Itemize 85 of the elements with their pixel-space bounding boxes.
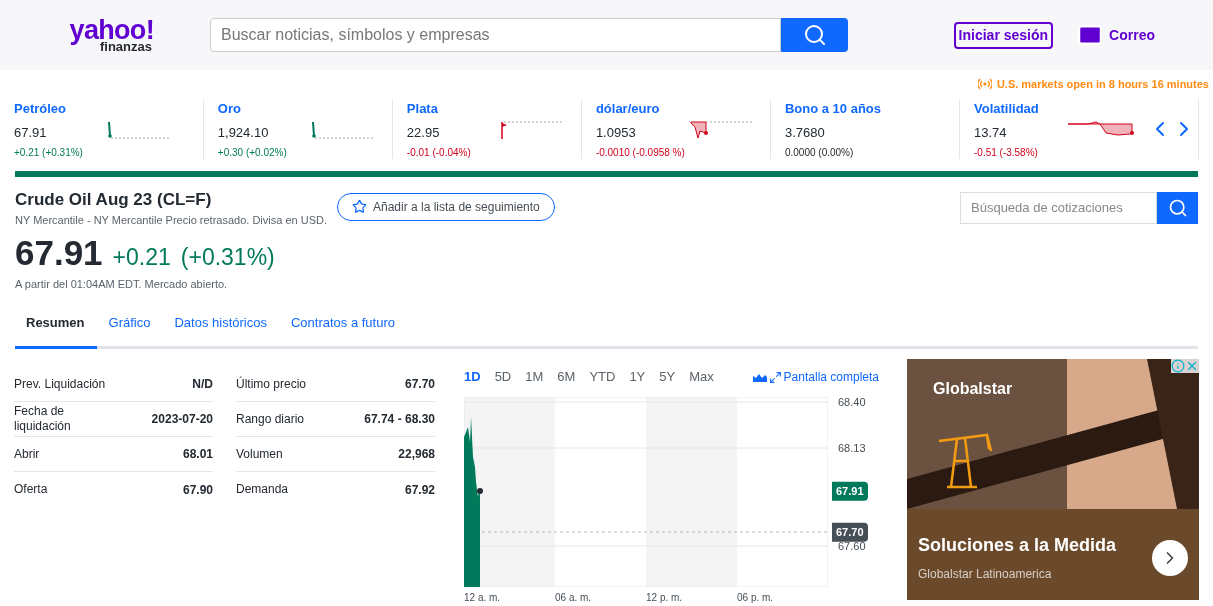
stat-value: 67.92 [404,481,435,499]
market-notice: U.S. markets open in 8 hours 16 minutes [996,77,1209,92]
price-tag: 67.91 [832,481,868,501]
stat-value: 22,968 [398,446,435,463]
tab[interactable]: Gráfico [96,312,163,349]
quote-timestamp: A partir del 01:04AM EDT. Mercado abierto. [15,277,229,292]
ticker-name[interactable]: Bono a 10 años [784,98,879,118]
range-tab[interactable]: 5Y [659,367,676,387]
y-axis-label: 68.40 [838,394,866,410]
quote-search-field[interactable]: Búsqueda de cotizaciones [960,191,1157,224]
expand-icon [768,370,782,384]
ticker-name[interactable]: Petróleo [14,98,108,118]
ticker-change: -0.01 (-0.04%) [406,145,472,160]
sparkline-icon [500,120,563,139]
quote-search-button[interactable] [1157,191,1198,224]
stat-label: Último precio [236,376,307,392]
mail-link[interactable]: Correo [1077,22,1155,48]
x-axis-label: 06 a. m. [555,591,592,605]
range-tab[interactable]: YTD [589,367,616,387]
x-axis-label: 06 p. m. [737,591,774,605]
search-field[interactable]: Buscar noticias, símbolos y empresas [210,18,781,52]
logo[interactable]: yahoo! finanzas [58,17,154,53]
ticker-price: 1.0953 [595,124,637,142]
ticker-price: 22.95 [406,124,441,142]
stat-value: 67.70 [404,376,435,393]
search-icon [1167,197,1188,218]
range-tab[interactable]: 1D [464,367,481,387]
ticker-change: -0.0010 (-0.0958 %) [595,145,686,160]
range-tab[interactable]: 1M [525,367,544,387]
star-icon [352,199,367,214]
signin-button[interactable]: Iniciar sesión [953,21,1054,49]
ticker-name[interactable]: Oro [217,98,312,118]
stat-value: 67.90 [182,481,213,499]
tab[interactable]: Contratos a futuro [278,312,407,349]
price-tag: 67.70 [832,522,868,542]
ticker-change: +0.30 (+0.02%) [217,145,288,160]
ticker-price: 67.91 [14,124,48,142]
ticker-change: +0.21 (+0.31%) [14,145,84,160]
tab[interactable]: Resumen [15,312,97,349]
stat-label: Prev. Liquidación [14,376,106,392]
ad-brand: Globalstar [933,379,1014,399]
sparkline-icon [108,120,170,139]
sparkline-icon [1068,120,1134,139]
ticker-price: 13.74 [974,124,1008,142]
ticker-name[interactable]: Plata [406,98,501,118]
ad-advertiser: Globalstar Latinoamerica [918,566,1053,583]
ticker-change: -0.51 (-3.58%) [974,145,1039,160]
search-icon [802,23,827,47]
stat-label: Rango diario [236,411,305,427]
quote-change: +0.21 [112,242,171,272]
range-tab[interactable]: 5D [494,367,512,387]
fullscreen-link[interactable]: Pantalla completa [752,368,879,386]
search-button[interactable] [781,18,848,52]
ticker-name[interactable]: dólar/euro [595,98,690,118]
ticker-name[interactable]: Volatilidad [974,98,1068,118]
stat-value: 67.74 - 68.30 [364,411,435,428]
x-axis-label: 12 a. m. [464,591,501,605]
mountain-chart-icon [752,372,767,382]
range-tab[interactable]: Max [689,367,714,387]
ticker-price: 1,924.10 [217,124,270,142]
stat-label: Fecha de liquidación [14,404,72,434]
stat-label: Oferta [14,482,48,497]
quote-percent: (+0.31%) [180,242,275,272]
stat-value: N/D [192,376,213,393]
stat-label: Demanda [236,482,289,497]
quote-price: 67.91 [15,234,103,270]
mail-icon [1077,22,1104,48]
stat-label: Volumen [236,446,283,462]
sparkline-icon [311,120,374,139]
ticker-price: 3.7680 [784,124,826,142]
range-tab[interactable]: 1Y [629,367,646,387]
broadcast-icon [977,78,992,91]
quote-title: Crude Oil Aug 23 (CL=F) [15,188,213,211]
y-axis-label: 68.13 [838,440,866,456]
ad-headline: Soluciones a la Medida [918,534,1117,557]
stat-label: Abrir [14,446,40,462]
stat-value: 68.01 [182,446,213,463]
oil-pump-icon [937,431,993,489]
quote-subtitle: NY Mercantile - NY Mercantile Precio retrasado. Divisa en USD. [15,213,327,228]
range-tab[interactable]: 6M [557,367,576,387]
x-axis-label: 12 p. m. [646,591,683,605]
stat-value: 2023-07-20 [151,411,213,428]
tab[interactable]: Datos históricos [162,312,279,349]
ticker-change: 0.0000 (0.00%) [784,145,855,160]
sparkline-icon [689,120,752,139]
